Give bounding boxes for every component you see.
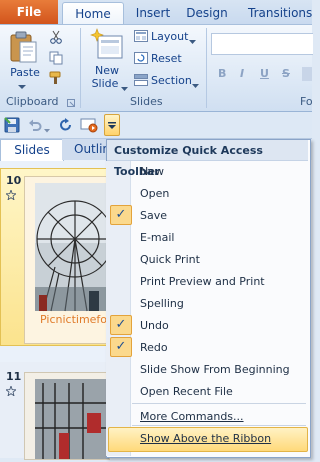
menu-item-save[interactable]: Save: [140, 209, 167, 222]
transition-star-icon: [4, 384, 18, 397]
menu-item-new[interactable]: New: [140, 165, 164, 178]
customize-qat-button[interactable]: [104, 114, 120, 136]
clipboard-group-label: Clipboard: [6, 95, 59, 108]
strikethrough-button[interactable]: S: [282, 67, 290, 80]
slide-number: 11: [6, 370, 22, 383]
new-slide-button[interactable]: New: [86, 64, 128, 77]
menu-item-open-recent[interactable]: Open Recent File: [140, 385, 233, 398]
save-icon[interactable]: [4, 117, 20, 133]
redo-icon[interactable]: [59, 118, 73, 132]
slides-group-label: Slides: [130, 95, 163, 108]
font-group-label: Fo: [300, 95, 313, 108]
menu-item-open[interactable]: Open: [140, 187, 169, 200]
menu-item-email[interactable]: E-mail: [140, 231, 175, 244]
section-button[interactable]: Section: [151, 74, 192, 87]
menu-item-more-commands[interactable]: More Commands...: [140, 410, 244, 423]
menu-item-quick-print[interactable]: Quick Print: [140, 253, 200, 266]
paste-button[interactable]: Paste: [8, 66, 42, 79]
section-icon[interactable]: [134, 74, 148, 86]
check-icon: ✓: [110, 205, 132, 225]
check-icon: ✓: [110, 337, 132, 357]
check-icon: ✓: [110, 315, 132, 335]
tab-insert[interactable]: Insert: [130, 2, 176, 24]
transition-star-icon: [4, 188, 18, 201]
tab-file[interactable]: File: [0, 0, 58, 24]
undo-icon[interactable]: [28, 118, 42, 132]
dialog-launcher-icon[interactable]: [67, 97, 75, 107]
new-slide-button-line2[interactable]: Slide: [90, 77, 120, 90]
paste-icon[interactable]: [9, 30, 39, 64]
chevron-down-icon[interactable]: [189, 35, 196, 44]
layout-icon[interactable]: [134, 30, 148, 42]
underline-button[interactable]: U: [260, 67, 269, 80]
format-painter-icon[interactable]: [49, 71, 65, 85]
italic-button[interactable]: I: [240, 67, 244, 80]
tab-transitions[interactable]: Transitions: [248, 2, 312, 24]
slide-number: 10: [6, 174, 22, 187]
shadow-button[interactable]: [302, 67, 312, 81]
reset-button[interactable]: Reset: [151, 52, 182, 65]
menu-separator: [132, 425, 306, 426]
chevron-down-icon[interactable]: [17, 80, 27, 89]
copy-icon[interactable]: [49, 51, 63, 65]
menu-item-redo[interactable]: Redo: [140, 341, 168, 354]
tab-design[interactable]: Design: [184, 2, 230, 24]
menu-title: Customize Quick Access Toolbar: [107, 140, 308, 178]
group-separator: [80, 28, 81, 108]
group-separator: [206, 28, 207, 108]
chevron-down-icon[interactable]: [121, 82, 128, 91]
slide-11-image: [24, 372, 110, 460]
menu-item-slide-show[interactable]: Slide Show From Beginning: [140, 363, 290, 376]
chevron-down-icon[interactable]: [192, 79, 199, 88]
layout-button[interactable]: Layout: [151, 30, 188, 43]
chevron-down-icon[interactable]: [44, 123, 50, 133]
menu-separator: [132, 403, 306, 404]
font-name-combobox[interactable]: [211, 33, 313, 55]
menu-item-show-above-ribbon[interactable]: Show Above the Ribbon: [140, 432, 271, 445]
menu-item-print-preview[interactable]: Print Preview and Print: [140, 275, 265, 288]
slideshow-icon[interactable]: [80, 117, 98, 133]
cut-icon[interactable]: [49, 30, 63, 44]
slide-10-caption: Picnictimefo: [40, 313, 108, 326]
bold-button[interactable]: B: [218, 67, 226, 80]
reset-icon[interactable]: [134, 52, 148, 64]
tab-slides[interactable]: Slides: [0, 139, 64, 161]
menu-item-spelling[interactable]: Spelling: [140, 297, 184, 310]
chevron-down-icon: [108, 122, 116, 129]
new-slide-icon[interactable]: [89, 28, 125, 62]
menu-item-undo[interactable]: Undo: [140, 319, 169, 332]
tab-home[interactable]: Home: [62, 2, 124, 25]
